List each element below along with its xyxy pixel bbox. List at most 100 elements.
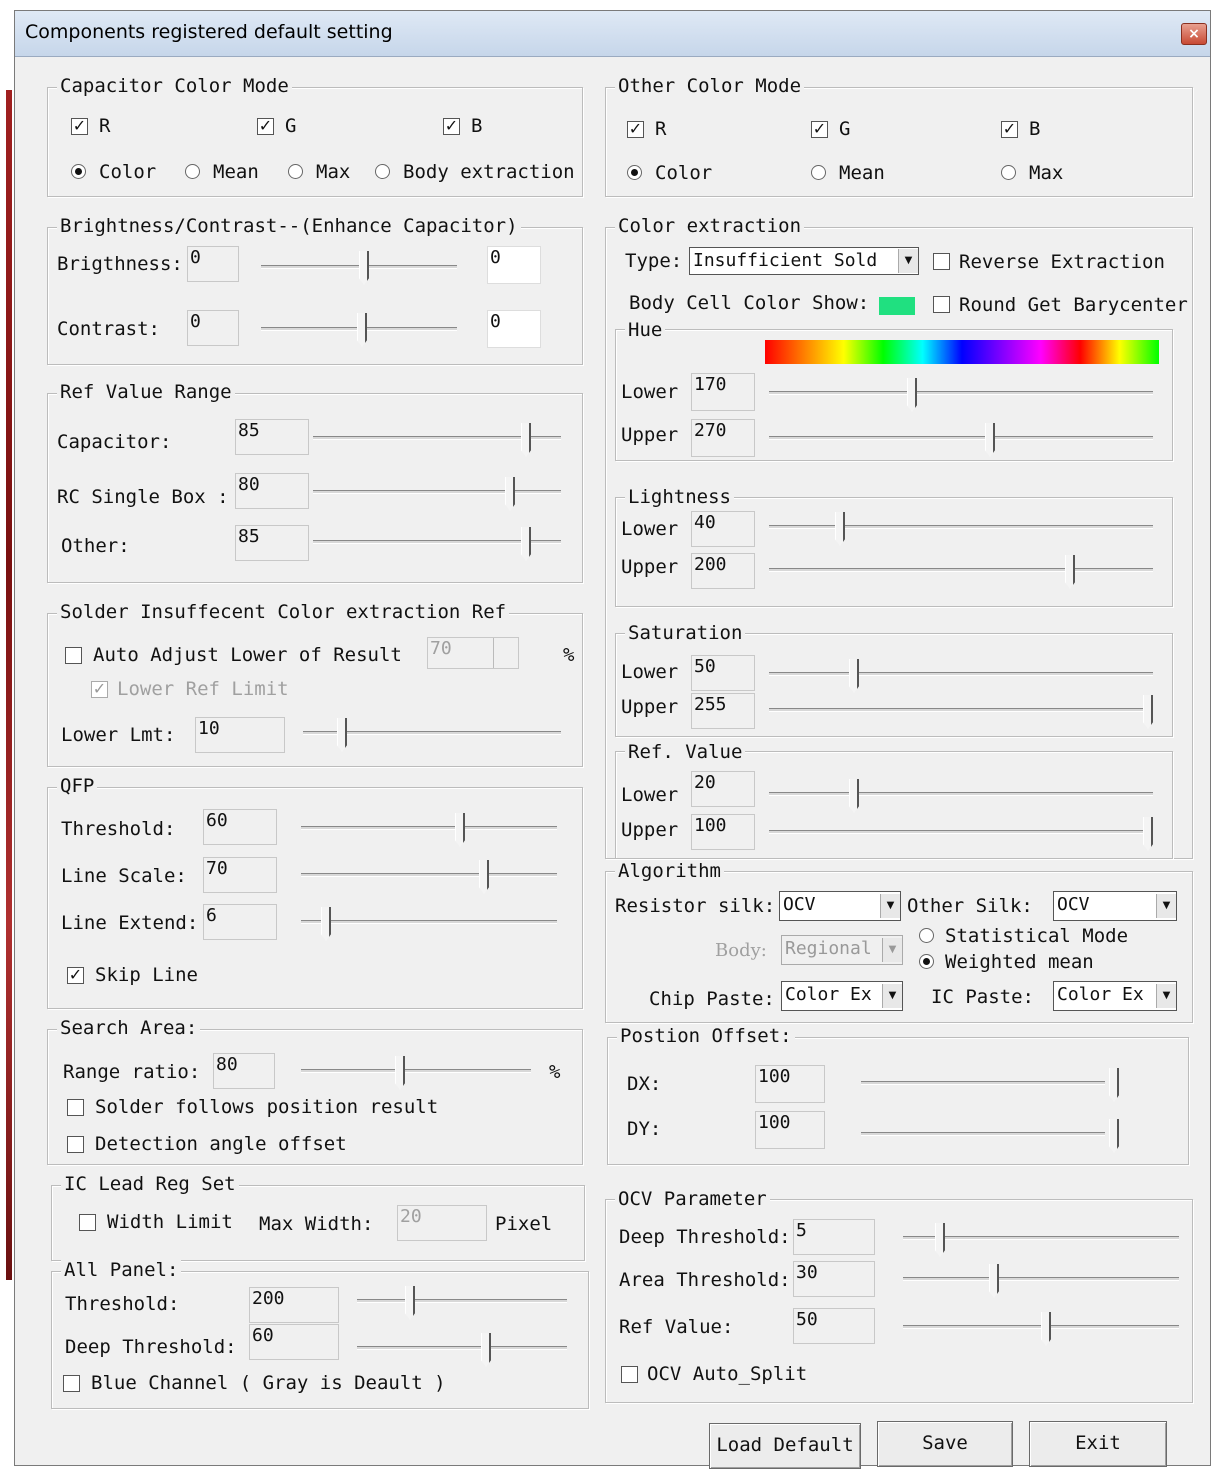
other-mean-radio[interactable] — [811, 165, 826, 180]
hue-lower-input[interactable]: 170 — [691, 373, 755, 411]
other-r-checkbox[interactable]: ✓ — [627, 121, 644, 138]
qfp-threshold-input[interactable]: 60 — [203, 809, 277, 845]
ref-lower-slider-track[interactable] — [769, 792, 1153, 796]
hue-lower-slider-thumb[interactable] — [907, 378, 917, 412]
statistical-mode-radio[interactable] — [919, 928, 934, 943]
qfp-threshold-slider-thumb[interactable] — [455, 813, 465, 847]
ocv-auto-split-checkbox[interactable] — [621, 1366, 638, 1383]
brightness-value-box[interactable]: 0 — [487, 246, 541, 284]
ref-lower-input[interactable]: 20 — [691, 771, 755, 807]
saturation-lower-input[interactable]: 50 — [691, 655, 755, 691]
chevron-down-icon[interactable]: ▼ — [1156, 984, 1176, 1008]
capacitor-g-checkbox[interactable]: ✓ — [257, 118, 274, 135]
line-scale-slider-track[interactable] — [301, 873, 557, 877]
brightness-input[interactable]: 0 — [187, 246, 239, 282]
auto-adjust-spin-buttons[interactable] — [493, 638, 517, 668]
range-ratio-slider-thumb[interactable] — [395, 1056, 405, 1090]
capacitor-ref-input[interactable]: 85 — [235, 419, 309, 455]
reverse-extraction-checkbox[interactable] — [933, 253, 950, 270]
line-scale-slider-thumb[interactable] — [479, 860, 489, 894]
lower-ref-limit-checkbox[interactable]: ✓ — [91, 681, 108, 698]
weighted-mean-radio[interactable] — [919, 954, 934, 969]
type-select[interactable]: Insufficient Sold ▼ — [689, 247, 919, 275]
all-panel-threshold-slider-thumb[interactable] — [405, 1286, 415, 1320]
line-extend-slider-track[interactable] — [301, 920, 557, 924]
dy-input[interactable]: 100 — [755, 1111, 825, 1149]
hue-upper-input[interactable]: 270 — [691, 419, 755, 457]
lower-lmt-slider-thumb[interactable] — [337, 718, 347, 752]
other-max-radio[interactable] — [1001, 165, 1016, 180]
dy-slider-thumb[interactable] — [1109, 1119, 1119, 1153]
ic-paste-select[interactable]: Color Ex ▼ — [1053, 981, 1177, 1011]
resistor-silk-select[interactable]: OCV ▼ — [779, 891, 901, 921]
ocv-ref-input[interactable]: 50 — [793, 1308, 875, 1344]
capacitor-body-extraction-radio[interactable] — [375, 164, 390, 179]
lightness-lower-slider-thumb[interactable] — [835, 512, 845, 546]
saturation-upper-slider-track[interactable] — [769, 708, 1153, 712]
capacitor-max-radio[interactable] — [288, 164, 303, 179]
ref-upper-slider-track[interactable] — [769, 830, 1153, 834]
blue-channel-checkbox[interactable] — [63, 1375, 80, 1392]
line-extend-input[interactable]: 6 — [203, 904, 277, 940]
contrast-slider-thumb[interactable] — [357, 313, 367, 347]
round-get-checkbox[interactable] — [933, 296, 950, 313]
ref-upper-input[interactable]: 100 — [691, 814, 755, 850]
other-g-checkbox[interactable]: ✓ — [811, 121, 828, 138]
dx-input[interactable]: 100 — [755, 1065, 825, 1103]
line-scale-input[interactable]: 70 — [203, 857, 277, 893]
detection-angle-checkbox[interactable] — [67, 1136, 84, 1153]
ref-upper-slider-thumb[interactable] — [1143, 817, 1153, 851]
ocv-area-slider-thumb[interactable] — [989, 1264, 999, 1298]
ocv-deep-input[interactable]: 5 — [793, 1219, 875, 1255]
skip-line-checkbox[interactable]: ✓ — [67, 967, 84, 984]
all-panel-threshold-input[interactable]: 200 — [249, 1287, 339, 1323]
hue-upper-slider-track[interactable] — [769, 436, 1153, 440]
close-button[interactable]: × — [1181, 23, 1207, 45]
load-default-button[interactable]: Load Default — [709, 1423, 861, 1469]
line-extend-slider-thumb[interactable] — [321, 907, 331, 941]
saturation-upper-input[interactable]: 255 — [691, 693, 755, 729]
contrast-value-box[interactable]: 0 — [487, 310, 541, 348]
other-ref-slider-thumb[interactable] — [521, 527, 531, 561]
chevron-down-icon[interactable]: ▼ — [882, 938, 902, 962]
capacitor-mean-radio[interactable] — [185, 164, 200, 179]
chip-paste-select[interactable]: Color Ex ▼ — [781, 981, 903, 1011]
auto-adjust-checkbox[interactable] — [65, 647, 82, 664]
solder-follows-checkbox[interactable] — [67, 1099, 84, 1116]
saturation-upper-slider-thumb[interactable] — [1143, 695, 1153, 729]
lightness-upper-input[interactable]: 200 — [691, 553, 755, 589]
ocv-area-slider-track[interactable] — [903, 1277, 1179, 1281]
width-limit-checkbox[interactable] — [79, 1214, 96, 1231]
rc-single-box-input[interactable]: 80 — [235, 473, 309, 509]
capacitor-b-checkbox[interactable]: ✓ — [443, 118, 460, 135]
ocv-area-input[interactable]: 30 — [793, 1261, 875, 1297]
other-color-radio[interactable] — [627, 165, 642, 180]
lightness-lower-input[interactable]: 40 — [691, 511, 755, 547]
ocv-deep-slider-thumb[interactable] — [935, 1223, 945, 1257]
brightness-slider-thumb[interactable] — [359, 251, 369, 285]
other-silk-select[interactable]: OCV ▼ — [1053, 891, 1177, 921]
capacitor-color-radio[interactable] — [71, 164, 86, 179]
lower-lmt-input[interactable]: 10 — [195, 717, 285, 753]
saturation-lower-slider-thumb[interactable] — [849, 659, 859, 693]
all-panel-deep-slider-thumb[interactable] — [481, 1333, 491, 1367]
contrast-input[interactable]: 0 — [187, 310, 239, 346]
saturation-lower-slider-track[interactable] — [769, 672, 1153, 676]
chevron-down-icon[interactable]: ▼ — [1156, 894, 1176, 918]
exit-button[interactable]: Exit — [1029, 1421, 1167, 1467]
rc-single-box-slider-track[interactable] — [313, 490, 561, 494]
dy-slider-track[interactable] — [861, 1132, 1105, 1136]
lightness-lower-slider-track[interactable] — [769, 525, 1153, 529]
body-select[interactable]: Regional ▼ — [781, 935, 903, 965]
chevron-down-icon[interactable]: ▼ — [882, 984, 902, 1008]
dx-slider-track[interactable] — [861, 1081, 1105, 1085]
chevron-down-icon[interactable]: ▼ — [880, 894, 900, 918]
dx-slider-thumb[interactable] — [1109, 1068, 1119, 1102]
other-b-checkbox[interactable]: ✓ — [1001, 121, 1018, 138]
capacitor-r-checkbox[interactable]: ✓ — [71, 118, 88, 135]
capacitor-ref-slider-thumb[interactable] — [521, 423, 531, 457]
save-button[interactable]: Save — [877, 1421, 1013, 1467]
max-width-input[interactable]: 20 — [397, 1205, 487, 1241]
range-ratio-slider-track[interactable] — [301, 1069, 531, 1073]
qfp-threshold-slider-track[interactable] — [301, 826, 557, 830]
